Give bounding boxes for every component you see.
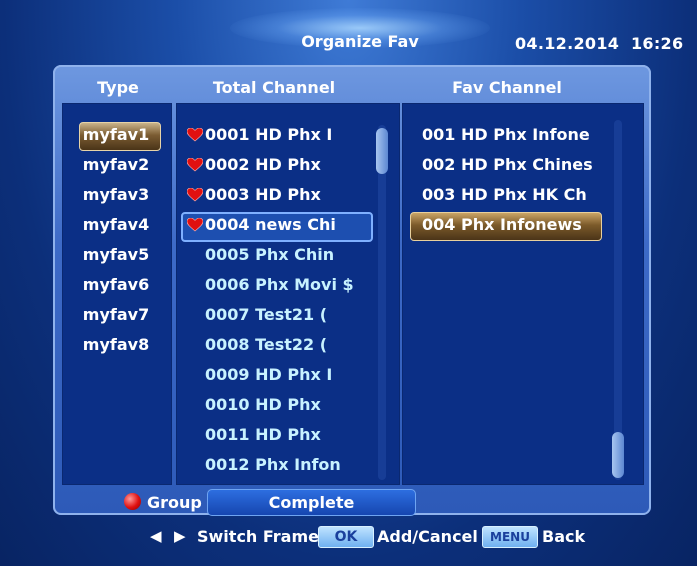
channel-label: 0012 Phx Infon bbox=[205, 455, 341, 474]
type-item-myfav2[interactable]: myfav2 bbox=[62, 150, 170, 180]
total-channel-item[interactable]: 0010 HD Phx bbox=[182, 390, 372, 420]
channel-label: 0009 HD Phx I bbox=[205, 365, 333, 384]
add-cancel-label: Add/Cancel bbox=[377, 527, 478, 546]
ok-key[interactable]: OK bbox=[318, 526, 374, 548]
total-channel-header: Total Channel bbox=[212, 78, 336, 97]
type-item-myfav5[interactable]: myfav5 bbox=[62, 240, 170, 270]
type-item-myfav7[interactable]: myfav7 bbox=[62, 300, 170, 330]
total-channel-item[interactable]: 0006 Phx Movi $ bbox=[182, 270, 372, 300]
channel-label: 0007 Test21 ( bbox=[205, 305, 328, 324]
fav-channel-item-selected[interactable]: 004 Phx Infonews bbox=[412, 210, 602, 240]
type-item-myfav4[interactable]: myfav4 bbox=[62, 210, 170, 240]
date: 04.12.2014 bbox=[515, 34, 620, 53]
heart-icon bbox=[187, 218, 203, 232]
total-channel-item-selected[interactable]: 0004 news Chi bbox=[182, 210, 372, 240]
channel-label: 0004 news Chi bbox=[205, 215, 336, 234]
total-channel-item[interactable]: 0002 HD Phx bbox=[182, 150, 372, 180]
type-item-myfav6[interactable]: myfav6 bbox=[62, 270, 170, 300]
group-label: Group bbox=[147, 493, 202, 512]
fav-channel-scroll-thumb[interactable] bbox=[612, 432, 624, 478]
back-label: Back bbox=[542, 527, 586, 546]
total-channel-scrollbar[interactable] bbox=[378, 125, 386, 480]
total-channel-item[interactable]: 0009 HD Phx I bbox=[182, 360, 372, 390]
channel-label: 0011 HD Phx bbox=[205, 425, 321, 444]
time: 16:26 bbox=[630, 34, 684, 53]
type-item-myfav1[interactable]: myfav1 bbox=[62, 120, 170, 150]
page-title: Organize Fav bbox=[301, 32, 419, 51]
type-list: myfav1 myfav2 myfav3 myfav4 myfav5 myfav… bbox=[62, 120, 170, 360]
total-channel-item[interactable]: 0003 HD Phx bbox=[182, 180, 372, 210]
right-arrow-icon: ▶ bbox=[174, 527, 186, 545]
channel-label: 0006 Phx Movi $ bbox=[205, 275, 354, 294]
total-channel-list: 0001 HD Phx I 0002 HD Phx 0003 HD Phx 00… bbox=[182, 120, 372, 480]
channel-label: 0005 Phx Chin bbox=[205, 245, 335, 264]
fav-channel-item[interactable]: 003 HD Phx HK Ch bbox=[412, 180, 602, 210]
fav-channel-scrollbar[interactable] bbox=[614, 120, 622, 480]
total-channel-item[interactable]: 0001 HD Phx I bbox=[182, 120, 372, 150]
total-channel-item[interactable]: 0008 Test22 ( bbox=[182, 330, 372, 360]
switch-frame-label: Switch Frame bbox=[197, 527, 319, 546]
fav-channel-item[interactable]: 001 HD Phx Infone bbox=[412, 120, 602, 150]
heart-icon bbox=[187, 128, 203, 142]
total-channel-item[interactable]: 0011 HD Phx bbox=[182, 420, 372, 450]
date-time: 04.12.2014 16:26 bbox=[515, 34, 683, 53]
channel-label: 0010 HD Phx bbox=[205, 395, 321, 414]
channel-label: 0003 HD Phx bbox=[205, 185, 321, 204]
screen: { "header": { "title": "Organize Fav", "… bbox=[0, 0, 697, 566]
fav-channel-header: Fav Channel bbox=[452, 78, 562, 97]
total-channel-item[interactable]: 0007 Test21 ( bbox=[182, 300, 372, 330]
menu-key[interactable]: MENU bbox=[482, 526, 538, 548]
channel-label: 0008 Test22 ( bbox=[205, 335, 328, 354]
fav-channel-list: 001 HD Phx Infone 002 HD Phx Chines 003 … bbox=[412, 120, 602, 240]
total-channel-item[interactable]: 0012 Phx Infon bbox=[182, 450, 372, 480]
total-channel-item[interactable]: 0005 Phx Chin bbox=[182, 240, 372, 270]
mode-box: Complete bbox=[207, 489, 416, 516]
fav-channel-item[interactable]: 002 HD Phx Chines bbox=[412, 150, 602, 180]
left-arrow-icon: ◀ bbox=[150, 527, 162, 545]
heart-icon bbox=[187, 188, 203, 202]
channel-label: 0001 HD Phx I bbox=[205, 125, 333, 144]
type-item-myfav3[interactable]: myfav3 bbox=[62, 180, 170, 210]
total-channel-scroll-thumb[interactable] bbox=[376, 128, 388, 174]
heart-icon bbox=[187, 158, 203, 172]
channel-label: 0002 HD Phx bbox=[205, 155, 321, 174]
type-item-myfav8[interactable]: myfav8 bbox=[62, 330, 170, 360]
red-key-icon bbox=[124, 493, 141, 510]
type-column-header: Type bbox=[97, 78, 139, 97]
